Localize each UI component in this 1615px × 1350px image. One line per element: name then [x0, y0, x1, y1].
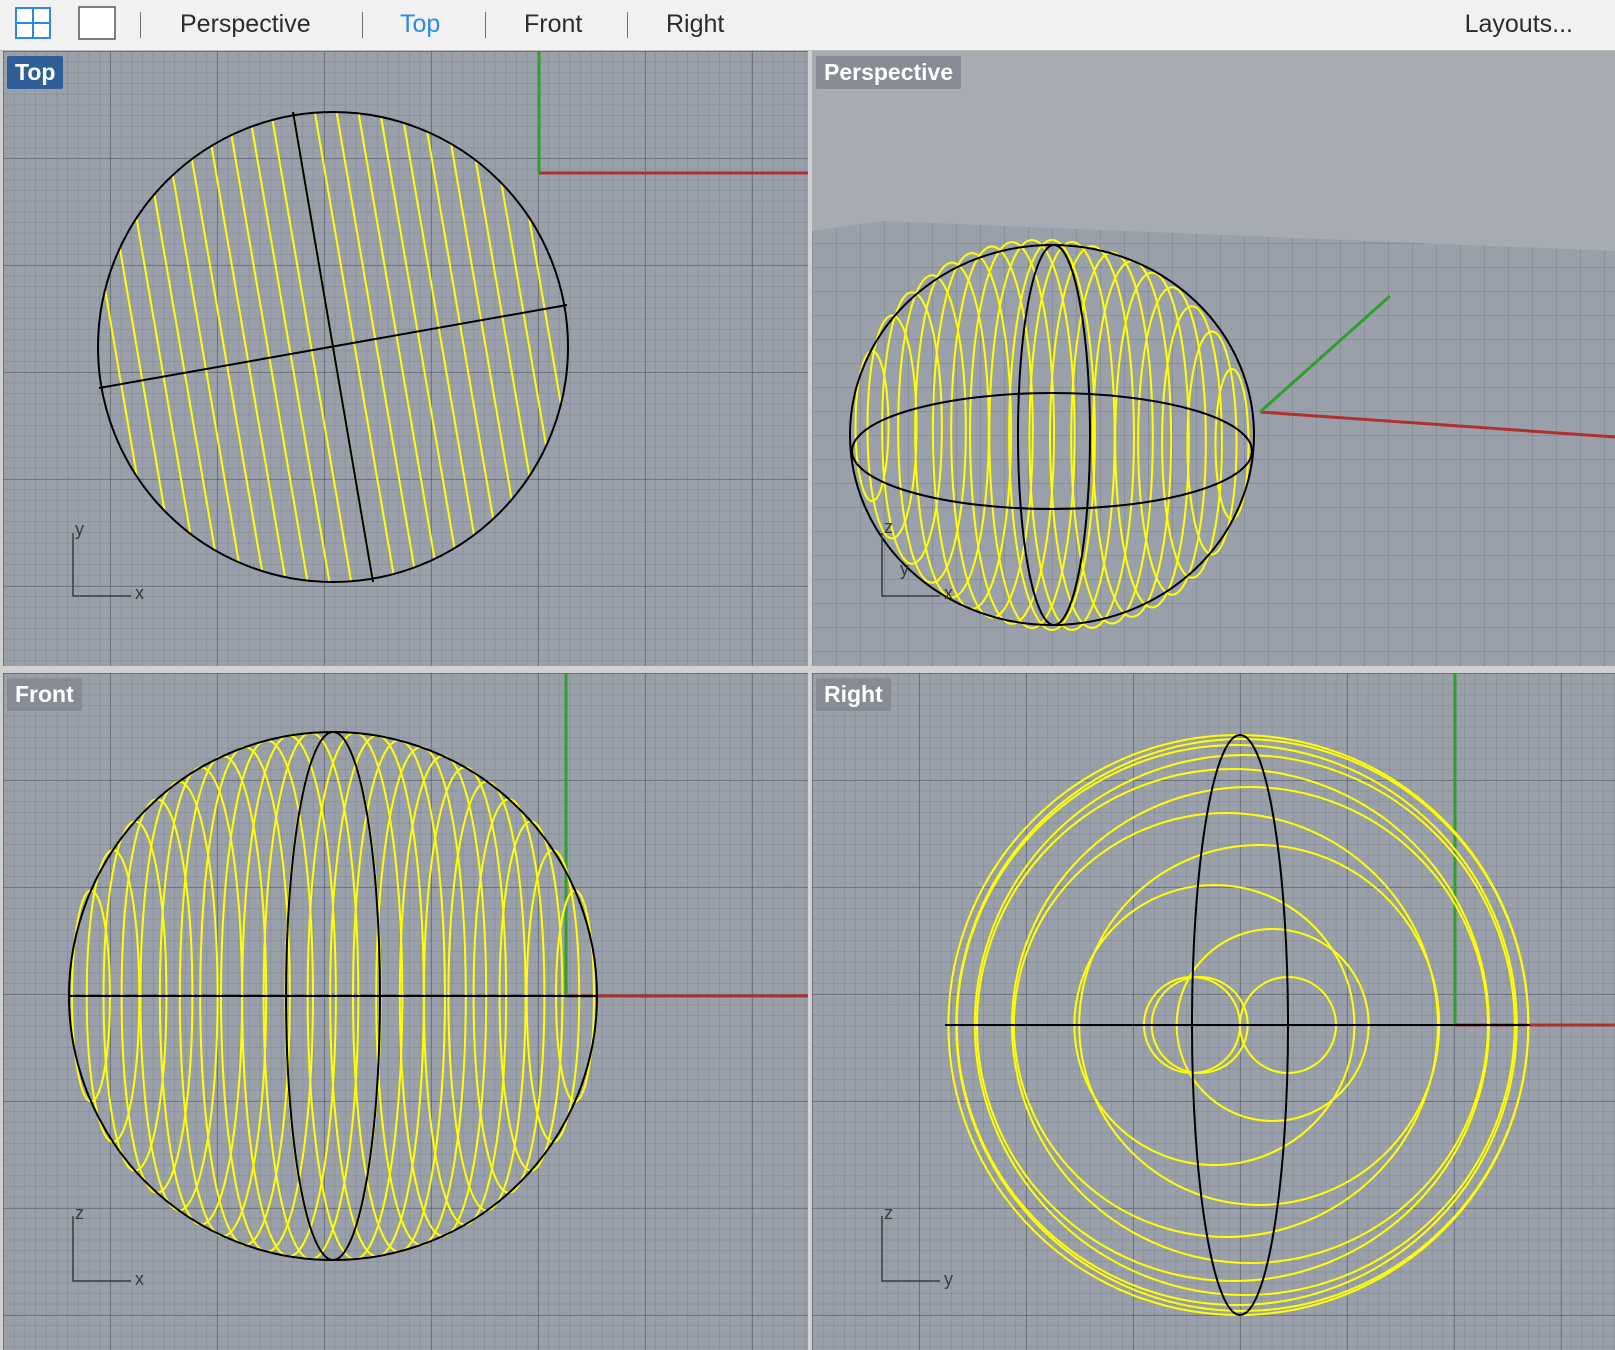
contour-curve — [380, 116, 456, 549]
axis-label-y: y — [900, 559, 909, 579]
tab-front[interactable]: Front — [524, 10, 582, 39]
axis-label-x: x — [135, 583, 144, 603]
viewport-right[interactable]: Right z y — [812, 673, 1615, 1350]
viewport-label[interactable]: Right — [816, 678, 891, 711]
axis-indicator-icon — [72, 1216, 131, 1282]
viewport-label[interactable]: Top — [7, 56, 64, 89]
meridian-line — [292, 111, 374, 583]
axis-label-z: z — [884, 517, 893, 537]
viewport-top[interactable]: Top y x — [3, 51, 808, 666]
viewport-toolbar: Perspective Top Front Right Layouts... — [0, 0, 1615, 51]
tab-perspective[interactable]: Perspective — [180, 10, 311, 39]
toolbar-divider — [485, 12, 486, 38]
toolbar-divider — [140, 12, 141, 38]
axis-indicator-icon — [72, 533, 131, 597]
axis-label-y: y — [944, 1269, 953, 1289]
axis-indicator-icon — [881, 1216, 940, 1282]
contour-curve — [402, 122, 476, 536]
axis-label-z: z — [75, 1203, 84, 1223]
single-viewport-layout-icon[interactable] — [78, 6, 116, 40]
axis-label-z: z — [884, 1203, 893, 1223]
four-viewports-layout-icon[interactable] — [14, 6, 52, 40]
tab-top[interactable]: Top — [400, 10, 440, 39]
viewport-front[interactable]: Front z x — [3, 673, 808, 1350]
contour-curve — [426, 131, 495, 520]
viewport-perspective[interactable]: Perspective z y x — [812, 51, 1615, 666]
toolbar-divider — [627, 12, 628, 38]
axis-label-y: y — [75, 519, 84, 539]
layouts-menu-button[interactable]: Layouts... — [1465, 10, 1573, 39]
tab-right[interactable]: Right — [666, 10, 724, 39]
axis-label-x: x — [944, 583, 953, 603]
axis-label-x: x — [135, 1269, 144, 1289]
viewport-label[interactable]: Perspective — [816, 56, 962, 89]
toolbar-divider — [362, 12, 363, 38]
viewport-label[interactable]: Front — [7, 678, 82, 711]
